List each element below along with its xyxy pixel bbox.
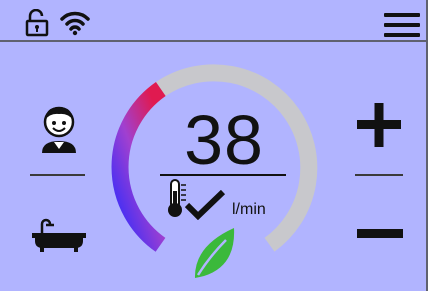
thermostat-screen: 38 l/min <box>0 0 428 291</box>
eco-leaf-icon <box>194 228 235 278</box>
center-divider <box>160 174 286 176</box>
flow-value: 38 <box>184 101 264 179</box>
flow-unit: l/min <box>232 201 266 218</box>
checkmark-icon <box>185 190 225 220</box>
